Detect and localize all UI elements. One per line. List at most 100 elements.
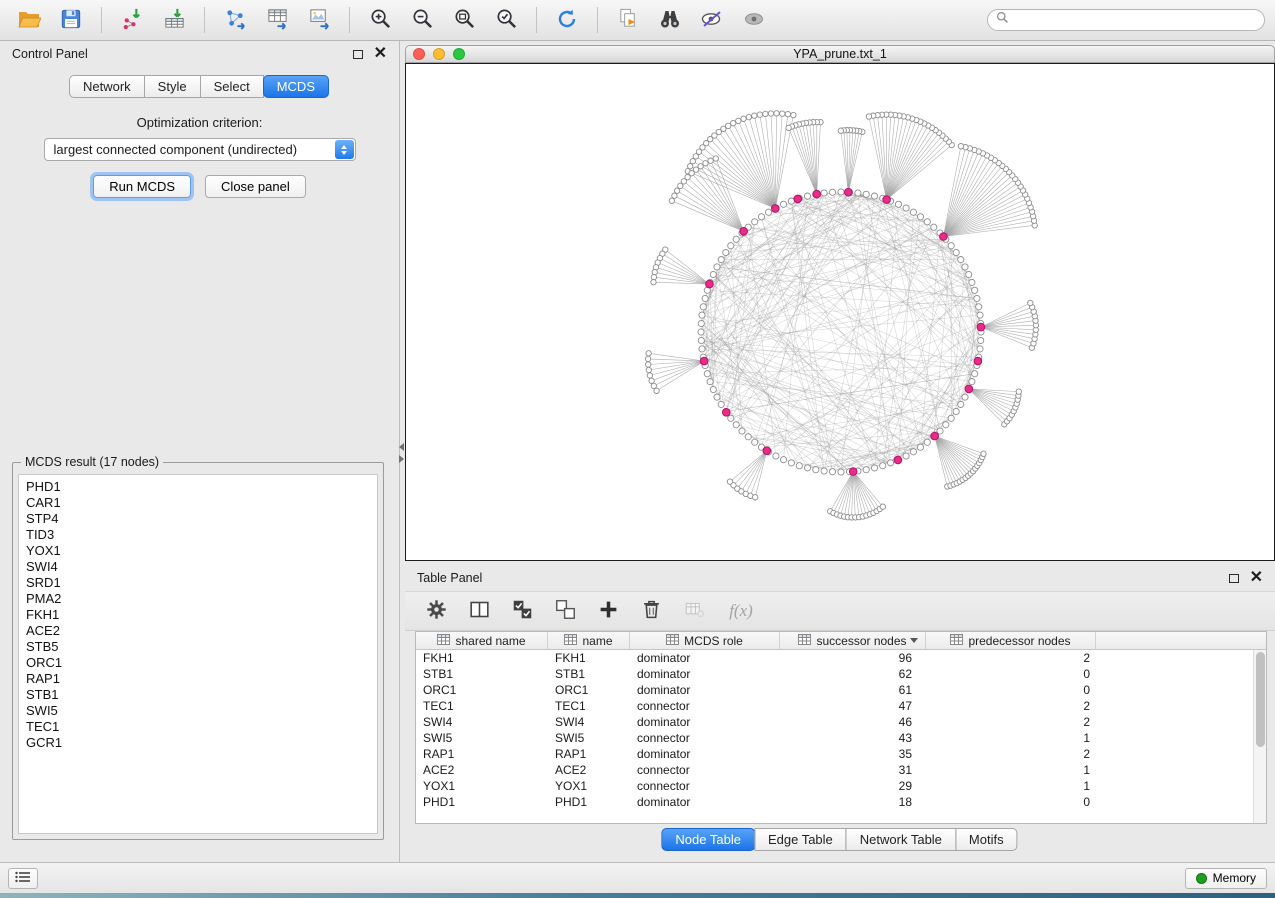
network-node[interactable] xyxy=(710,271,716,277)
table-cell[interactable] xyxy=(1096,794,1253,810)
export-network-button[interactable] xyxy=(216,4,254,36)
network-node[interactable] xyxy=(791,112,796,117)
network-node[interactable] xyxy=(690,159,695,164)
network-edge[interactable] xyxy=(853,472,877,512)
network-node[interactable] xyxy=(972,287,978,293)
sort-descending-icon[interactable] xyxy=(910,638,918,643)
network-node[interactable] xyxy=(647,373,652,378)
network-dominator-node[interactable] xyxy=(965,385,973,393)
network-dominator-node[interactable] xyxy=(813,190,821,198)
network-node[interactable] xyxy=(774,111,779,116)
table-cell[interactable]: YOX1 xyxy=(548,778,630,794)
table-cell[interactable]: 35 xyxy=(780,746,926,762)
network-node[interactable] xyxy=(953,408,959,414)
table-cell[interactable]: dominator xyxy=(630,746,780,762)
network-edge[interactable] xyxy=(734,451,767,486)
table-cell[interactable] xyxy=(1096,682,1253,698)
table-cell[interactable]: 0 xyxy=(926,666,1096,682)
mcds-result-item[interactable]: TID3 xyxy=(19,527,377,543)
refresh-view-button[interactable] xyxy=(548,4,586,36)
network-node[interactable] xyxy=(654,388,659,393)
table-cell[interactable]: dominator xyxy=(630,650,780,666)
table-cell[interactable]: SWI4 xyxy=(548,714,630,730)
network-edge[interactable] xyxy=(943,179,1015,237)
network-node[interactable] xyxy=(718,257,724,263)
network-node[interactable] xyxy=(669,198,674,203)
network-dominator-node[interactable] xyxy=(845,188,853,196)
network-edge[interactable] xyxy=(981,327,1032,348)
network-node[interactable] xyxy=(917,214,923,220)
select-all-button[interactable] xyxy=(509,598,535,624)
network-canvas[interactable] xyxy=(405,63,1275,561)
table-cell[interactable]: 43 xyxy=(780,730,926,746)
network-edge[interactable] xyxy=(665,250,709,285)
network-node[interactable] xyxy=(714,264,720,270)
table-cell[interactable] xyxy=(1096,698,1253,714)
table-cell[interactable]: connector xyxy=(630,762,780,778)
network-dominator-node[interactable] xyxy=(894,456,902,464)
graphics-details-button[interactable] xyxy=(693,4,731,36)
network-edge[interactable] xyxy=(696,170,744,232)
tab-motifs[interactable]: Motifs xyxy=(955,828,1018,851)
mcds-result-item[interactable]: STB5 xyxy=(19,639,377,655)
open-session-button[interactable] xyxy=(10,4,48,36)
table-cell[interactable]: 61 xyxy=(780,682,926,698)
network-node[interactable] xyxy=(718,401,724,407)
optimization-criterion-select[interactable]: largest connected component (undirected) xyxy=(44,138,356,161)
tab-style[interactable]: Style xyxy=(144,75,201,98)
network-dominator-node[interactable] xyxy=(977,323,985,331)
network-node[interactable] xyxy=(702,295,708,301)
network-node[interactable] xyxy=(958,401,964,407)
window-close-light[interactable] xyxy=(413,48,425,60)
table-cell[interactable]: ORC1 xyxy=(416,682,548,698)
table-row[interactable]: PHD1PHD1dominator180 xyxy=(416,794,1253,810)
table-cell[interactable]: SWI4 xyxy=(416,714,548,730)
network-node[interactable] xyxy=(678,183,683,188)
network-node[interactable] xyxy=(708,158,713,163)
table-cell[interactable]: STB1 xyxy=(548,666,630,682)
network-edge[interactable] xyxy=(746,451,767,494)
network-node[interactable] xyxy=(753,495,758,500)
table-cell[interactable] xyxy=(1096,650,1253,666)
table-row[interactable]: ACE2ACE2connector311 xyxy=(416,762,1253,778)
network-edge[interactable] xyxy=(802,124,816,195)
network-edge[interactable] xyxy=(701,166,744,231)
network-edge[interactable] xyxy=(830,472,853,512)
table-cell[interactable]: 2 xyxy=(926,714,1096,730)
table-cell[interactable]: 31 xyxy=(780,762,926,778)
show-columns-button[interactable] xyxy=(466,598,492,624)
network-node[interactable] xyxy=(652,270,657,275)
network-node[interactable] xyxy=(838,469,844,475)
network-node[interactable] xyxy=(978,337,984,343)
network-node[interactable] xyxy=(943,422,949,428)
network-edge[interactable] xyxy=(943,212,1032,237)
tab-edge-table[interactable]: Edge Table xyxy=(754,828,847,851)
mcds-result-item[interactable]: PMA2 xyxy=(19,591,377,607)
table-cell[interactable]: 96 xyxy=(780,650,926,666)
table-cell[interactable]: connector xyxy=(630,698,780,714)
network-dominator-node[interactable] xyxy=(794,195,802,203)
table-cell[interactable]: TEC1 xyxy=(416,698,548,714)
network-node[interactable] xyxy=(969,279,975,285)
network-node[interactable] xyxy=(645,356,650,361)
table-cell[interactable]: SWI5 xyxy=(548,730,630,746)
network-dominator-node[interactable] xyxy=(940,233,948,241)
network-node[interactable] xyxy=(958,257,964,263)
panel-splitter[interactable] xyxy=(398,440,405,466)
import-network-button[interactable] xyxy=(113,4,151,36)
network-node[interactable] xyxy=(745,434,751,440)
network-node[interactable] xyxy=(780,457,786,463)
import-table-button[interactable] xyxy=(155,4,193,36)
table-cell[interactable]: STB1 xyxy=(416,666,548,682)
network-node[interactable] xyxy=(969,379,975,385)
mcds-result-list[interactable]: PHD1CAR1STP4TID3YOX1SWI4SRD1PMA2FKH1ACE2… xyxy=(18,474,378,834)
table-cell[interactable]: RAP1 xyxy=(548,746,630,762)
network-node[interactable] xyxy=(780,201,786,207)
network-node[interactable] xyxy=(863,191,869,197)
network-node[interactable] xyxy=(704,371,710,377)
network-window-titlebar[interactable]: YPA_prune.txt_1 xyxy=(405,45,1275,63)
network-node[interactable] xyxy=(736,118,741,123)
network-node[interactable] xyxy=(710,386,716,392)
mcds-result-item[interactable]: SWI4 xyxy=(19,559,377,575)
network-node[interactable] xyxy=(948,243,954,249)
